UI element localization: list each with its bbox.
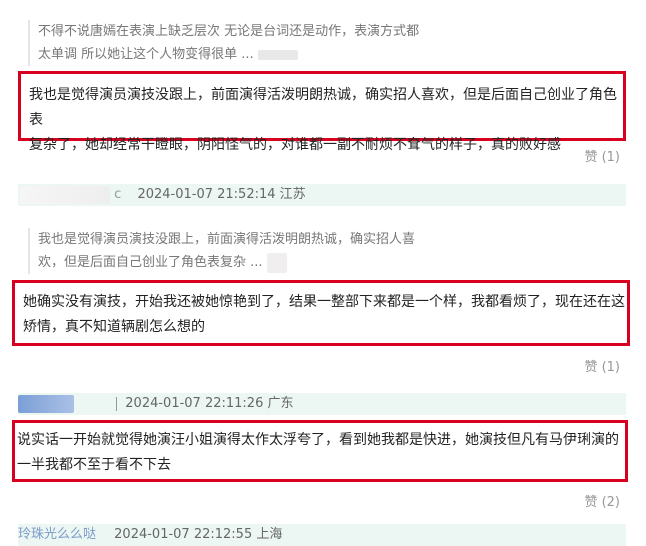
location: 广东 — [267, 396, 294, 411]
comment-text-highlighted: 她确实没有演技，开始我还被她惊艳到了，结果一整部下来都是一个样，我都看烦了，现在… — [12, 280, 630, 346]
comment-line: 矫情，真不知道辆剧怎么想的 — [23, 319, 205, 335]
quote-line: 我也是觉得演员演技没跟上，前面演得活泼明朗热诚，确实招人喜 — [38, 232, 416, 247]
like-button[interactable]: 赞 (1) — [584, 356, 620, 375]
comment-line: 说实话一开始就觉得她演汪小姐演得太作太浮夸了，看到她我都是快进，她演技但凡有马伊… — [17, 432, 619, 448]
comment-meta-bar: 2024-01-07 22:11:26 广东 — [18, 393, 626, 415]
comment-text-highlighted: 说实话一开始就觉得她演汪小姐演得太作太浮夸了，看到她我都是快进，她演技但凡有马伊… — [12, 420, 628, 482]
comment-text-highlighted: 我也是觉得演员演技没跟上，前面演得活泼明朗热诚，确实招人喜欢，但是后面自己创业了… — [18, 71, 626, 153]
quote-line: 不得不说唐嫣在表演上缺乏层次 无论是台词还是动作，表演方式都 — [38, 24, 420, 39]
blurred-image — [266, 252, 287, 273]
quoted-comment: 不得不说唐嫣在表演上缺乏层次 无论是台词还是动作，表演方式都 太单调 所以她让这… — [28, 20, 419, 66]
comment-line: 复杂了，她却经常干瞪眼，阴阳怪气的，对谁都一副不耐烦不耷气的样子，真的败好感 — [29, 137, 561, 153]
blurred-image — [257, 49, 298, 60]
quote-line: 欢，但是后面自己创业了角色表复杂 ... — [38, 251, 415, 274]
blurred-avatar — [18, 394, 74, 413]
meta-separator — [116, 396, 118, 411]
location: 上海 — [256, 527, 283, 542]
timestamp: 2024-01-07 22:12:55 — [114, 527, 253, 542]
comment-line: 她确实没有演技，开始我还被她惊艳到了，结果一整部下来都是一个样，我都看烦了，现在… — [23, 294, 625, 310]
comment-meta-bar: c 2024-01-07 21:52:14 江苏 — [18, 184, 626, 206]
like-button[interactable]: 赞 (2) — [584, 491, 620, 510]
quote-line: 太单调 所以她让这个人物变得很单 ... — [38, 43, 419, 66]
comment-meta-bar: 玲珠光么么哒 2024-01-07 22:12:55 上海 — [18, 524, 626, 546]
username[interactable]: 玲珠光么么哒 — [18, 527, 96, 542]
like-button[interactable]: 赞 (1) — [584, 146, 620, 165]
comment-line: 我也是觉得演员演技没跟上，前面演得活泼明朗热诚，确实招人喜欢，但是后面自己创业了… — [29, 87, 617, 128]
quoted-comment: 我也是觉得演员演技没跟上，前面演得活泼明朗热诚，确实招人喜 欢，但是后面自己创业… — [28, 228, 415, 274]
timestamp: 2024-01-07 22:11:26 — [125, 396, 264, 411]
timestamp: 2024-01-07 21:52:14 — [137, 187, 276, 202]
location: 江苏 — [279, 187, 306, 202]
comment-line: 一半我都不至于看不下去 — [17, 457, 171, 473]
username[interactable]: c — [114, 187, 121, 202]
blurred-avatar — [20, 185, 110, 204]
